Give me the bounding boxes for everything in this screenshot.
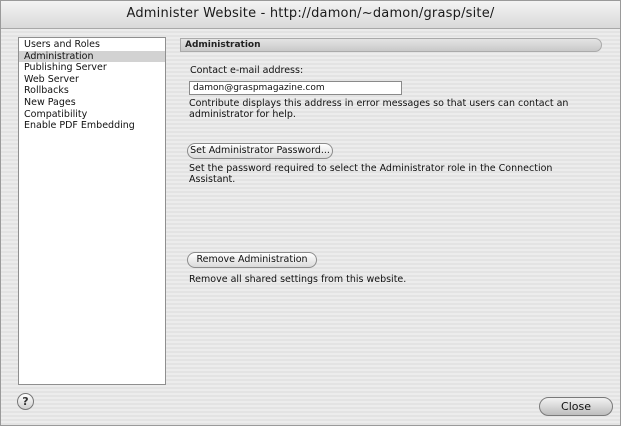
contact-email-field[interactable] bbox=[189, 81, 402, 95]
remove-help-text: Remove all shared settings from this web… bbox=[189, 274, 407, 285]
sidebar-item-users-and-roles[interactable]: Users and Roles bbox=[19, 39, 165, 51]
sidebar-item-new-pages[interactable]: New Pages bbox=[19, 97, 165, 109]
password-help-text: Set the password required to select the … bbox=[189, 163, 552, 185]
title-bar[interactable]: Administer Website - http://damon/~damon… bbox=[1, 1, 620, 29]
administer-website-dialog: Administer Website - http://damon/~damon… bbox=[0, 0, 621, 426]
email-label: Contact e-mail address: bbox=[190, 65, 304, 76]
email-help-text: Contribute displays this address in erro… bbox=[189, 98, 568, 120]
window-title: Administer Website - http://damon/~damon… bbox=[126, 6, 495, 21]
sidebar-item-publishing-server[interactable]: Publishing Server bbox=[19, 62, 165, 74]
sidebar-item-compatibility[interactable]: Compatibility bbox=[19, 109, 165, 121]
set-administrator-password-button[interactable]: Set Administrator Password... bbox=[187, 143, 333, 159]
email-help-line-1: Contribute displays this address in erro… bbox=[189, 98, 569, 109]
password-help-line-2: Assistant. bbox=[189, 174, 236, 185]
email-help-line-2: administrator for help. bbox=[189, 109, 296, 120]
remove-administration-button[interactable]: Remove Administration bbox=[187, 252, 317, 268]
sidebar-item-enable-pdf-embedding[interactable]: Enable PDF Embedding bbox=[19, 120, 165, 132]
section-header: Administration bbox=[180, 38, 602, 52]
sidebar-item-web-server[interactable]: Web Server bbox=[19, 74, 165, 86]
sidebar-item-rollbacks[interactable]: Rollbacks bbox=[19, 85, 165, 97]
help-icon[interactable]: ? bbox=[17, 393, 34, 410]
password-help-line-1: Set the password required to select the … bbox=[189, 163, 553, 174]
category-list[interactable]: Users and Roles Administration Publishin… bbox=[18, 37, 166, 385]
close-button[interactable]: Close bbox=[539, 397, 613, 416]
sidebar-item-administration[interactable]: Administration bbox=[19, 50, 165, 63]
